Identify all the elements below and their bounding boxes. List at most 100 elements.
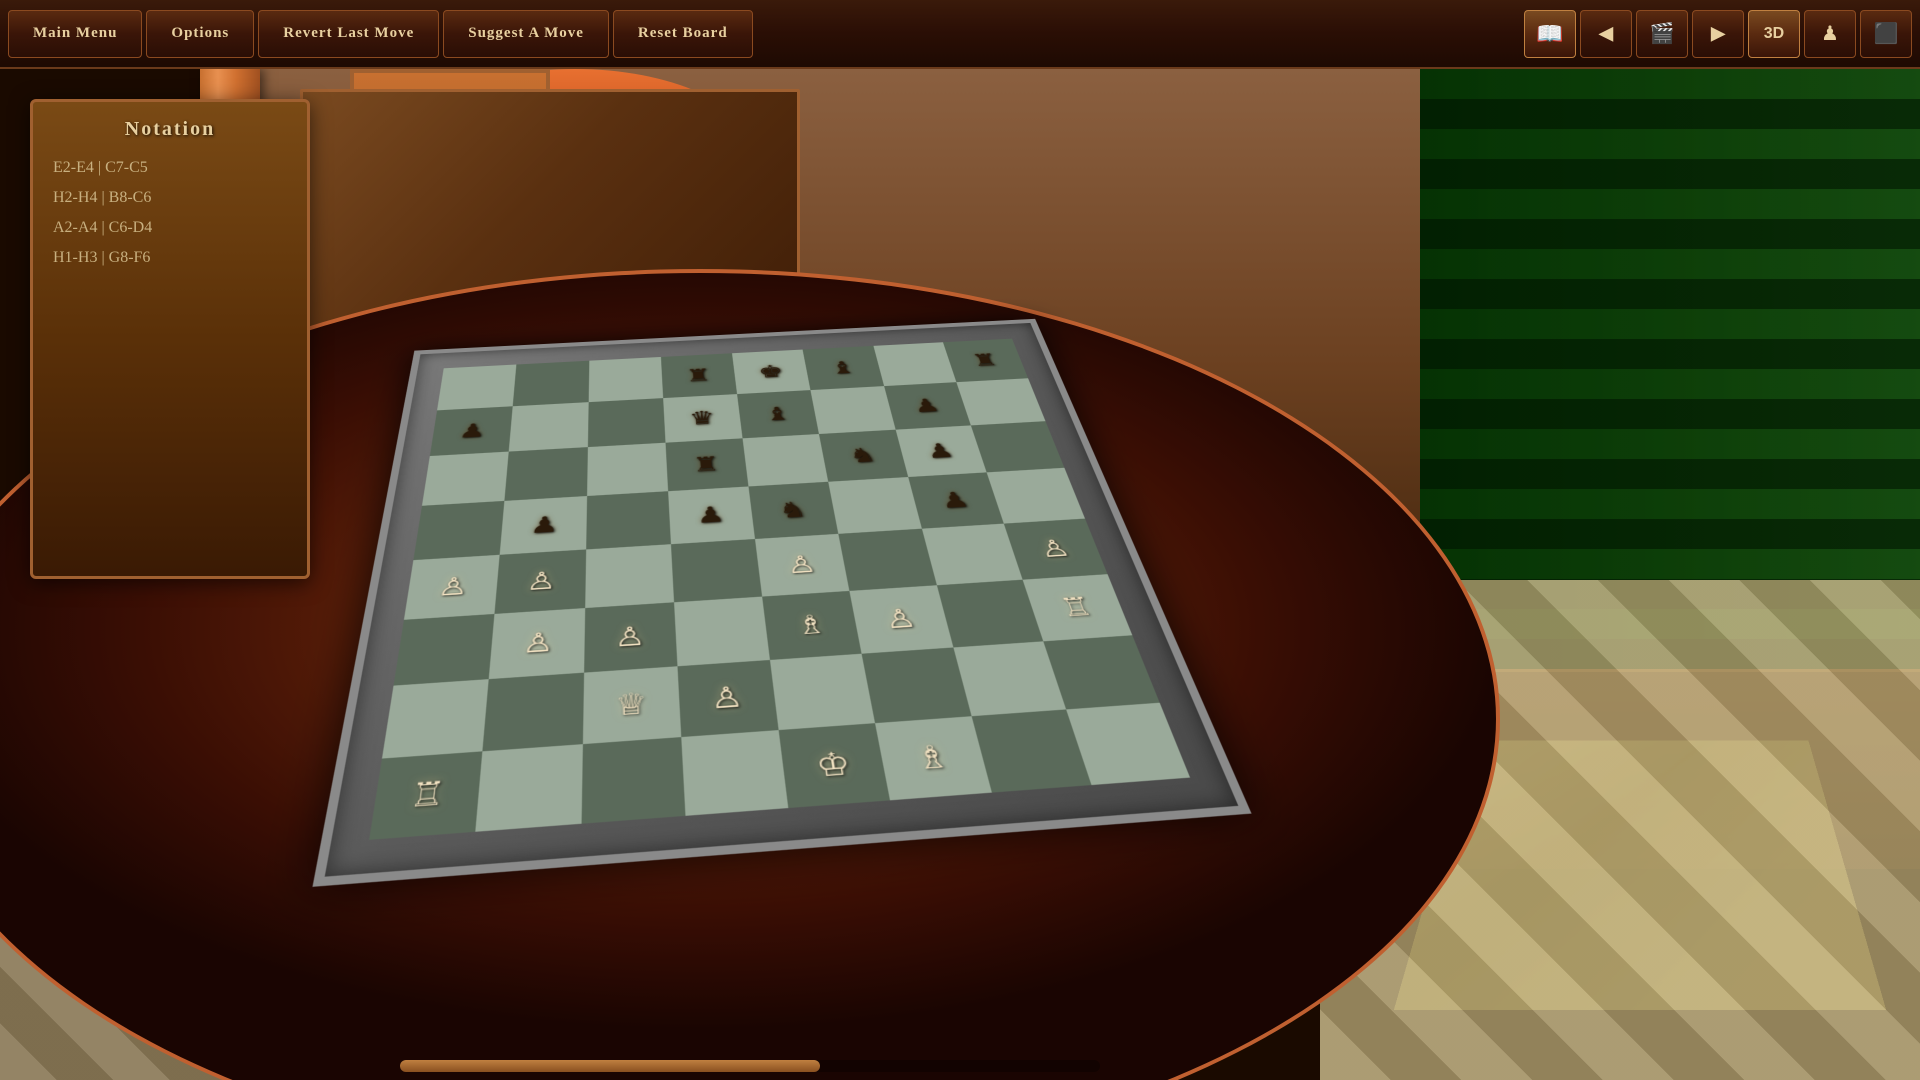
chess-cell-d2[interactable]: ♙ xyxy=(677,660,778,737)
piece-e7: ♝ xyxy=(763,402,792,425)
piece-f6: ♞ xyxy=(847,443,879,468)
chess-cell-h6[interactable] xyxy=(971,421,1065,472)
chess-cell-d8[interactable]: ♜ xyxy=(661,353,737,398)
3d-label: 3D xyxy=(1764,25,1784,43)
chess-cell-f3[interactable]: ♙ xyxy=(850,585,953,653)
suggest-move-button[interactable]: Suggest a move xyxy=(443,10,609,58)
piece-g6: ♟ xyxy=(924,439,957,463)
chess-cell-e8[interactable]: ♚ xyxy=(732,350,811,395)
chess-cell-h7[interactable] xyxy=(956,378,1045,425)
piece-c2: ♕ xyxy=(615,686,648,723)
chess-cell-e7[interactable]: ♝ xyxy=(737,390,819,438)
chess-cell-c5[interactable] xyxy=(586,491,671,549)
chess-cell-d6[interactable]: ♜ xyxy=(665,438,748,491)
piece-icon-button[interactable]: ♟ xyxy=(1804,10,1856,58)
chess-cell-e5[interactable]: ♞ xyxy=(748,482,838,539)
chess-cell-h8[interactable]: ♜ xyxy=(943,339,1028,383)
chess-cell-f6[interactable]: ♞ xyxy=(819,430,908,482)
chess-cell-b8[interactable] xyxy=(513,361,589,407)
chess-piece-icon: ♟ xyxy=(1821,21,1839,46)
chess-cell-f8[interactable]: ♝ xyxy=(803,346,884,390)
chess-cell-c2[interactable]: ♕ xyxy=(582,666,681,744)
chess-cell-e4[interactable]: ♙ xyxy=(755,534,850,597)
checkerboard-icon: ⬛ xyxy=(1874,21,1899,46)
chess-cell-c6[interactable] xyxy=(587,443,668,496)
prev-button[interactable]: ◀ xyxy=(1580,10,1632,58)
piece-c3: ♙ xyxy=(614,620,646,653)
chess-cell-c4[interactable] xyxy=(585,544,674,608)
chess-cell-f4[interactable] xyxy=(839,529,937,591)
piece-e1: ♔ xyxy=(813,744,853,784)
next-button[interactable]: ▶ xyxy=(1692,10,1744,58)
piece-b4: ♙ xyxy=(525,566,556,597)
chess-cell-h3[interactable]: ♖ xyxy=(1022,574,1132,641)
piece-h3: ♖ xyxy=(1056,591,1097,623)
chess-cell-e6[interactable] xyxy=(743,434,829,486)
chess-cell-a6[interactable] xyxy=(422,452,509,506)
piece-d2: ♙ xyxy=(709,679,744,716)
piece-e3: ♗ xyxy=(793,608,828,641)
chess-cell-a8[interactable] xyxy=(437,364,517,410)
chess-cell-b1[interactable] xyxy=(476,744,583,832)
horizontal-scrollbar[interactable] xyxy=(400,1060,1100,1072)
chess-cell-a2[interactable] xyxy=(382,679,489,758)
chess-cell-b3[interactable]: ♙ xyxy=(489,608,585,679)
piece-f3: ♙ xyxy=(882,603,919,635)
chess-cell-c8[interactable] xyxy=(588,357,663,402)
notation-move-4: H1-H3 | G8-F6 xyxy=(49,247,291,269)
chess-cell-e3[interactable]: ♗ xyxy=(762,591,862,660)
chess-cell-a7[interactable]: ♟ xyxy=(430,406,513,456)
options-button[interactable]: Options xyxy=(146,10,254,58)
game-scene: ♜♚♝♜♟♛♝♟♜♞♟♟♟♞♟♙♙♙♙♙♙♗♙♖♕♙♖♔♗ Notation E… xyxy=(0,69,1920,1080)
piece-e8: ♚ xyxy=(757,361,785,382)
chess-cell-a4[interactable]: ♙ xyxy=(404,555,500,620)
piece-d6: ♜ xyxy=(692,452,721,477)
piece-a4: ♙ xyxy=(436,571,470,602)
chess-cell-b2[interactable] xyxy=(483,673,584,752)
scrollbar-thumb[interactable] xyxy=(400,1060,820,1072)
chess-cell-d1[interactable] xyxy=(681,730,788,816)
chess-cell-c7[interactable] xyxy=(587,398,665,447)
piece-d7: ♛ xyxy=(688,406,716,429)
chess-cell-f7[interactable] xyxy=(811,386,896,434)
piece-e4: ♙ xyxy=(785,550,819,580)
chess-cell-e1[interactable]: ♔ xyxy=(779,723,891,808)
main-menu-button[interactable]: Main Menu xyxy=(8,10,142,58)
chess-cell-h5[interactable] xyxy=(986,468,1085,524)
notation-move-1: E2-E4 | C7-C5 xyxy=(49,157,291,179)
chess-cell-f2[interactable] xyxy=(862,648,971,724)
piece-h8: ♜ xyxy=(969,350,1000,371)
chess-cell-g8[interactable] xyxy=(873,342,956,386)
reset-board-button[interactable]: Reset Board xyxy=(613,10,753,58)
chess-cell-d3[interactable] xyxy=(674,597,770,667)
chess-cell-d7[interactable]: ♛ xyxy=(663,394,743,443)
chess-cell-a5[interactable] xyxy=(413,501,504,560)
piece-a1: ♖ xyxy=(407,774,447,816)
chess-cell-h4[interactable]: ♙ xyxy=(1004,519,1108,580)
piece-d5: ♟ xyxy=(696,501,726,528)
piece-f1: ♗ xyxy=(911,737,953,777)
chess-cell-c1[interactable] xyxy=(581,737,685,824)
chess-cell-b6[interactable] xyxy=(505,447,588,501)
revert-last-move-button[interactable]: Revert Last Move xyxy=(258,10,439,58)
notation-move-2: H2-H4 | B8-C6 xyxy=(49,187,291,209)
chess-cell-a1[interactable]: ♖ xyxy=(369,751,483,840)
chess-cell-e2[interactable] xyxy=(770,654,875,730)
piece-h4: ♙ xyxy=(1035,534,1073,563)
chess-cell-f5[interactable] xyxy=(828,477,921,534)
3d-button[interactable]: 3D xyxy=(1748,10,1800,58)
piece-b3: ♙ xyxy=(521,626,554,660)
chess-cell-d4[interactable] xyxy=(671,539,762,602)
camera-icon-button[interactable]: 🎬 xyxy=(1636,10,1688,58)
chess-cell-b5[interactable]: ♟ xyxy=(500,496,587,555)
chess-board[interactable]: ♜♚♝♜♟♛♝♟♜♞♟♟♟♞♟♙♙♙♙♙♙♗♙♖♕♙♖♔♗ xyxy=(369,339,1190,840)
book-icon-button[interactable]: 📖 xyxy=(1524,10,1576,58)
chess-cell-d5[interactable]: ♟ xyxy=(668,486,755,544)
chess-cell-b4[interactable]: ♙ xyxy=(495,549,586,613)
chess-cell-b7[interactable] xyxy=(509,402,588,451)
prev-arrow-icon: ◀ xyxy=(1599,23,1613,44)
chess-cell-c3[interactable]: ♙ xyxy=(584,602,678,672)
chess-cell-a3[interactable] xyxy=(394,614,495,686)
board-icon-button[interactable]: ⬛ xyxy=(1860,10,1912,58)
piece-g7: ♟ xyxy=(911,394,943,417)
